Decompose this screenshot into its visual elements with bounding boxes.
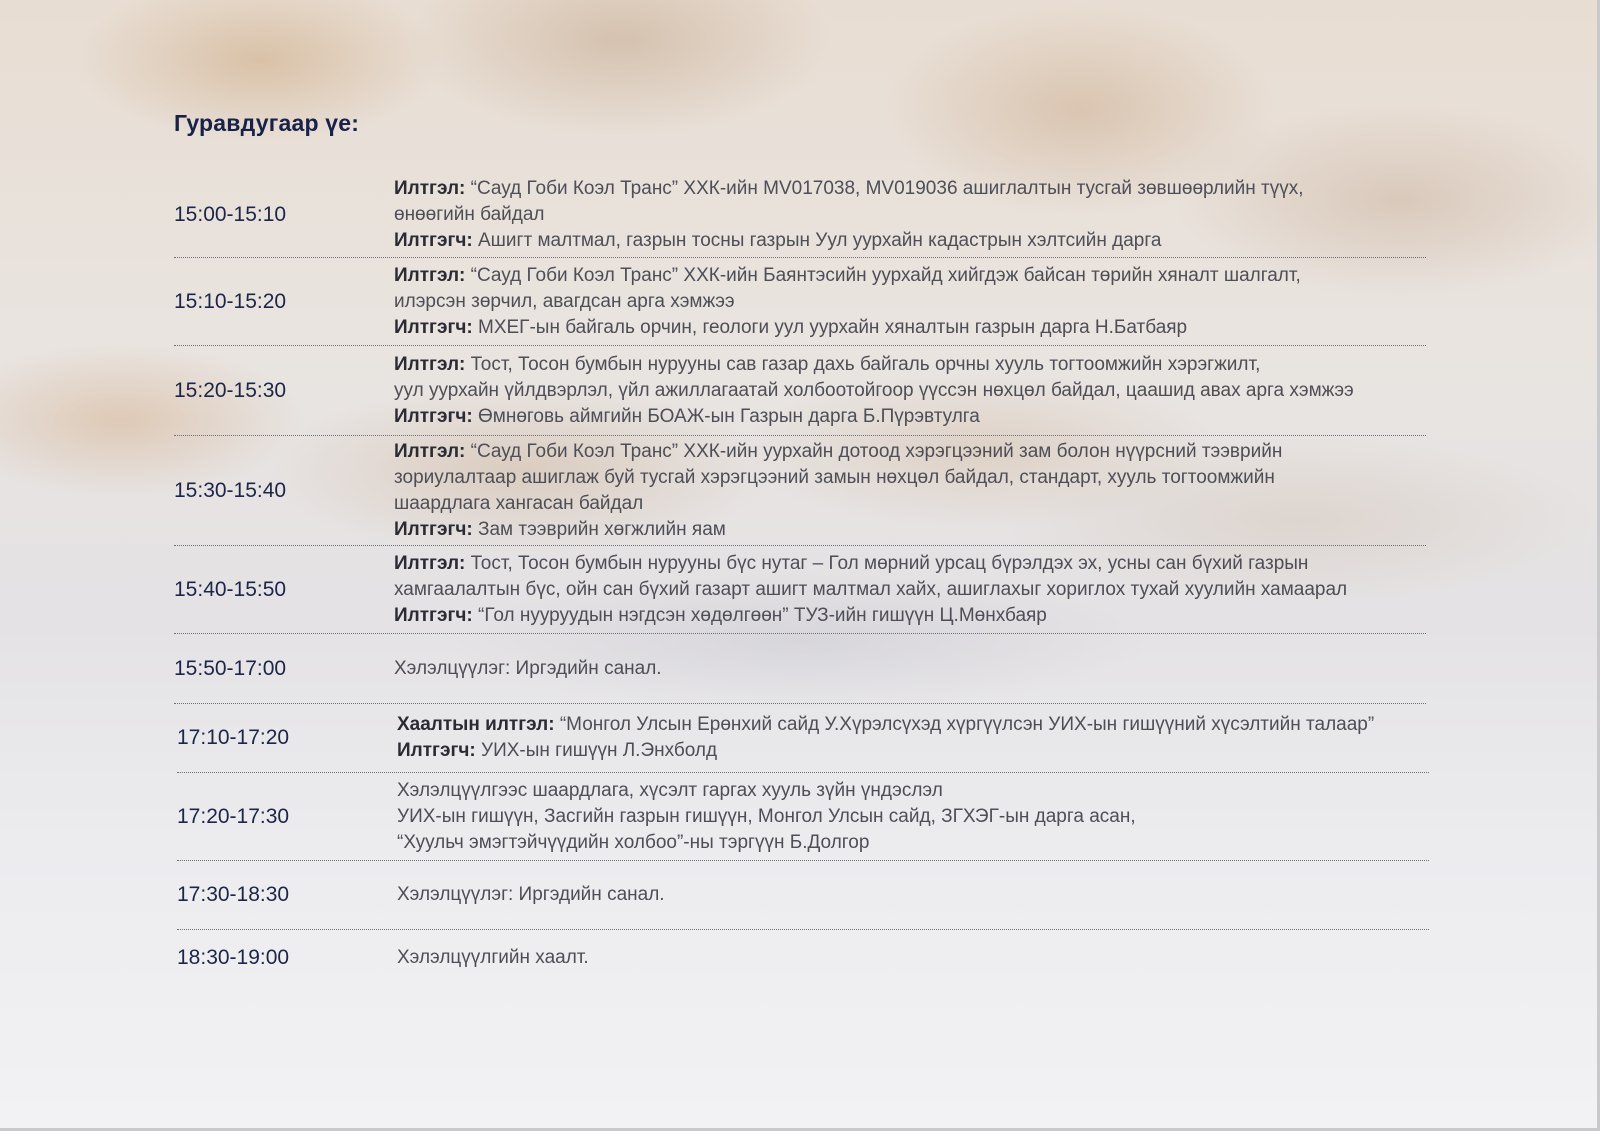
description-text: өнөөгийн байдал <box>394 203 545 225</box>
description-text: Хэлэлцүүлэг: Иргэдийн санал. <box>394 657 662 679</box>
agenda-row: 17:10-17:20 Хаалтын илтгэл: “Монгол Улсын… <box>177 704 1429 773</box>
description-line: Илтгэл: Тост, Тосон бумбын нурууны бүс н… <box>394 551 1426 577</box>
description-text: уул уурхайн үйлдвэрлэл, үйл ажиллагаатай… <box>394 380 1354 401</box>
agenda-row: 15:10-15:20 Илтгэл: “Сауд Гоби Коэл Транс… <box>174 258 1426 346</box>
description-text: МХЕГ-ын байгаль орчин, геологи уул уурха… <box>472 316 1188 338</box>
description-line: хамгаалалтын бүс, ойн сан бүхий газарт а… <box>394 577 1426 603</box>
agenda-time: 15:50-17:00 <box>174 656 287 680</box>
description-line: Илтгэгч: УИХ-ын гишүүн Л.Энхболд <box>397 738 1429 764</box>
agenda-description: Хэлэлцүүлэг: Иргэдийн санал. <box>394 656 1426 682</box>
speaker-label: Илтгэл: <box>394 354 466 375</box>
description-line: Илтгэгч: Зам тээврийн хөгжлийн яам <box>394 517 1426 543</box>
description-line: Илтгэл: “Сауд Гоби Коэл Транс” ХХК-ийн Б… <box>394 263 1426 289</box>
description-line: уул уурхайн үйлдвэрлэл, үйл ажиллагаатай… <box>394 378 1426 404</box>
speaker-label: Илтгэгч: <box>394 518 473 540</box>
agenda-description: Илтгэл: Тост, Тосон бумбын нурууны бүс н… <box>394 551 1426 629</box>
description-line: Илтгэл: “Сауд Гоби Коэл Транс” ХХК-ийн у… <box>394 439 1426 465</box>
description-text: Тост, Тосон бумбын нурууны сав газар дах… <box>465 354 1261 375</box>
description-text: Тост, Тосон бумбын нурууны бүс нутаг – Г… <box>465 552 1309 574</box>
description-line: УИХ-ын гишүүн, Засгийн газрын гишүүн, Мо… <box>397 804 1429 830</box>
agenda-time: 15:30-15:40 <box>174 478 287 502</box>
description-line: Хэлэлцүүлгийн хаалт. <box>397 945 1429 971</box>
speaker-label: Илтгэл: <box>394 177 466 199</box>
agenda-time: 17:30-18:30 <box>177 883 290 906</box>
description-line: Илтгэгч: МХЕГ-ын байгаль орчин, геологи … <box>394 315 1426 341</box>
speaker-label: Хаалтын илтгэл: <box>397 714 555 735</box>
agenda-time: 15:10-15:20 <box>174 289 287 313</box>
description-text: “Хуульч эмэгтэйчүүдийн холбоо”-ны тэргүү… <box>397 831 870 853</box>
description-text: Хэлэлцүүлгээс шаардлага, хүсэлт гаргах х… <box>397 779 943 801</box>
speaker-label: Илтгэгч: <box>394 229 473 251</box>
speaker-label: Илтгэл: <box>394 440 466 462</box>
speaker-label: Илтгэгч: <box>397 740 476 761</box>
agenda-row: 18:30-19:00 Хэлэлцүүлгийн хаалт. <box>177 930 1429 986</box>
agenda-time: 15:00-15:10 <box>174 202 287 226</box>
speaker-label: Илтгэл: <box>394 552 466 574</box>
description-text: хамгаалалтын бүс, ойн сан бүхий газарт а… <box>394 578 1348 600</box>
agenda-time: 15:40-15:50 <box>174 577 287 601</box>
description-text: Зам тээврийн хөгжлийн яам <box>472 518 726 540</box>
agenda-row: 17:30-18:30 Хэлэлцүүлэг: Иргэдийн санал. <box>177 861 1429 930</box>
description-line: Илтгэл: “Сауд Гоби Коэл Транс” ХХК-ийн M… <box>394 176 1426 202</box>
description-line: Илтгэгч: “Гол нууруудын нэгдсэн хөдөлгөө… <box>394 603 1426 629</box>
agenda-row: 15:20-15:30 Илтгэл: Тост, Тосон бумбын ну… <box>174 347 1426 436</box>
speaker-label: Илтгэгч: <box>394 406 473 427</box>
description-line: Илтгэл: Тост, Тосон бумбын нурууны сав г… <box>394 352 1426 378</box>
agenda-time: 17:20-17:30 <box>177 804 290 828</box>
agenda-description: Хаалтын илтгэл: “Монгол Улсын Ерөнхий са… <box>397 712 1429 764</box>
description-text: Ашигт малтмал, газрын тосны газрын Уул у… <box>472 229 1162 251</box>
description-text: шаардлага хангасан байдал <box>394 492 644 514</box>
agenda-row: 15:00-15:10 Илтгэл: “Сауд Гоби Коэл Транс… <box>174 172 1426 258</box>
description-line: Хэлэлцүүлэг: Иргэдийн санал. <box>394 656 1426 682</box>
description-line: Илтгэгч: Өмнөговь аймгийн БОАЖ-ын Газрын… <box>394 404 1426 430</box>
agenda-row: 15:50-17:00 Хэлэлцүүлэг: Иргэдийн санал. <box>174 634 1426 704</box>
description-text: илэрсэн зөрчил, авагдсан арга хэмжээ <box>394 290 735 312</box>
description-text: УИХ-ын гишүүн Л.Энхболд <box>475 740 718 761</box>
description-line: илэрсэн зөрчил, авагдсан арга хэмжээ <box>394 289 1426 315</box>
description-text: “Монгол Улсын Ерөнхий сайд У.Хүрэлсүхэд … <box>554 714 1375 735</box>
section-heading: Гуравдугаар үе: <box>174 110 360 136</box>
description-line: Хаалтын илтгэл: “Монгол Улсын Ерөнхий са… <box>397 712 1429 738</box>
agenda-time: 18:30-19:00 <box>177 946 290 969</box>
agenda-description: Илтгэл: Тост, Тосон бумбын нурууны сав г… <box>394 352 1426 430</box>
description-line: өнөөгийн байдал <box>394 202 1426 228</box>
description-text: УИХ-ын гишүүн, Засгийн газрын гишүүн, Мо… <box>397 805 1136 827</box>
description-line: Илтгэгч: Ашигт малтмал, газрын тосны газ… <box>394 228 1426 254</box>
description-line: шаардлага хангасан байдал <box>394 491 1426 517</box>
agenda-row: 15:30-15:40 Илтгэл: “Сауд Гоби Коэл Транс… <box>174 436 1426 546</box>
description-line: Хэлэлцүүлгээс шаардлага, хүсэлт гаргах х… <box>397 778 1429 804</box>
agenda-description: Хэлэлцүүлгийн хаалт. <box>397 945 1429 971</box>
description-line: Хэлэлцүүлэг: Иргэдийн санал. <box>397 882 1429 908</box>
agenda-description: Илтгэл: “Сауд Гоби Коэл Транс” ХХК-ийн M… <box>394 176 1426 254</box>
description-text: “Гол нууруудын нэгдсэн хөдөлгөөн” ТУЗ-ий… <box>472 604 1047 626</box>
description-text: “Сауд Гоби Коэл Транс” ХХК-ийн MV017038,… <box>465 177 1304 199</box>
description-text: зориулалтаар ашиглаж буй тусгай хэрэгцээ… <box>394 466 1275 488</box>
agenda-row: 17:20-17:30 Хэлэлцүүлгээс шаардлага, хүсэ… <box>177 773 1429 861</box>
description-text: “Сауд Гоби Коэл Транс” ХХК-ийн уурхайн д… <box>465 440 1283 462</box>
description-text: Хэлэлцүүлгийн хаалт. <box>397 947 589 968</box>
speaker-label: Илтгэгч: <box>394 316 473 338</box>
agenda-row: 15:40-15:50 Илтгэл: Тост, Тосон бумбын ну… <box>174 546 1426 634</box>
agenda-description: Хэлэлцүүлэг: Иргэдийн санал. <box>397 882 1429 908</box>
agenda-description: Илтгэл: “Сауд Гоби Коэл Транс” ХХК-ийн Б… <box>394 263 1426 341</box>
description-line: “Хуульч эмэгтэйчүүдийн холбоо”-ны тэргүү… <box>397 830 1429 856</box>
description-text: Хэлэлцүүлэг: Иргэдийн санал. <box>397 884 665 905</box>
description-line: зориулалтаар ашиглаж буй тусгай хэрэгцээ… <box>394 465 1426 491</box>
agenda-time: 17:10-17:20 <box>177 726 290 749</box>
agenda-description: Хэлэлцүүлгээс шаардлага, хүсэлт гаргах х… <box>397 778 1429 856</box>
speaker-label: Илтгэл: <box>394 264 466 286</box>
description-text: “Сауд Гоби Коэл Транс” ХХК-ийн Баянтэсий… <box>465 264 1301 286</box>
agenda-page: Гуравдугаар үе: 15:00-15:10 Илтгэл: “Сауд… <box>0 0 1600 1131</box>
agenda-description: Илтгэл: “Сауд Гоби Коэл Транс” ХХК-ийн у… <box>394 439 1426 543</box>
description-text: Өмнөговь аймгийн БОАЖ-ын Газрын дарга Б.… <box>472 406 980 427</box>
speaker-label: Илтгэгч: <box>394 604 473 626</box>
agenda-time: 15:20-15:30 <box>174 379 287 402</box>
